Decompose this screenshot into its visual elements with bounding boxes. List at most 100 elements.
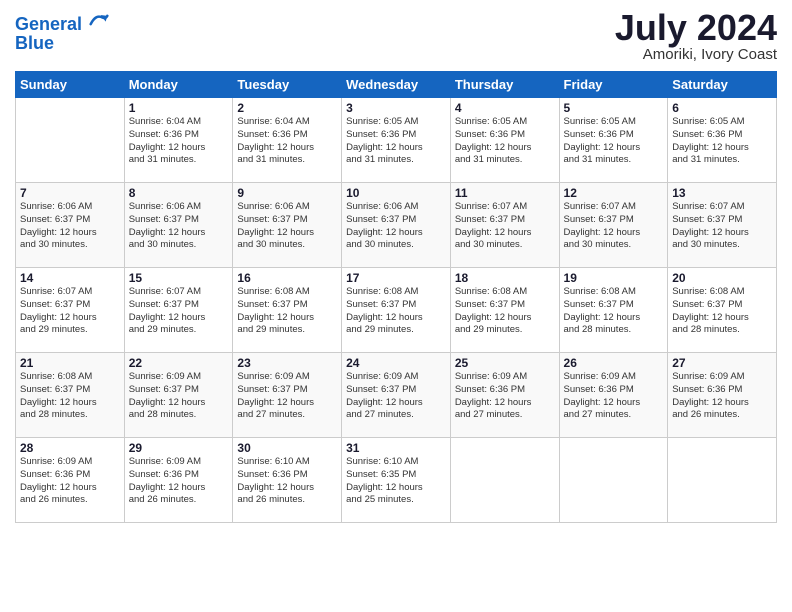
calendar-cell: 1Sunrise: 6:04 AMSunset: 6:36 PMDaylight… xyxy=(124,98,233,183)
day-info-line: Daylight: 12 hours xyxy=(20,482,120,495)
calendar-cell: 17Sunrise: 6:08 AMSunset: 6:37 PMDayligh… xyxy=(342,268,451,353)
day-info-line: and 28 minutes. xyxy=(20,409,120,422)
day-info-line: Sunset: 6:37 PM xyxy=(237,299,337,312)
day-info-line: Daylight: 12 hours xyxy=(564,397,664,410)
calendar-cell: 6Sunrise: 6:05 AMSunset: 6:36 PMDaylight… xyxy=(668,98,777,183)
month-year: July 2024 xyxy=(615,10,777,46)
day-info-line: and 29 minutes. xyxy=(455,324,555,337)
day-number: 8 xyxy=(129,186,229,200)
calendar-cell xyxy=(16,98,125,183)
day-info-line: and 31 minutes. xyxy=(564,154,664,167)
day-info: Sunrise: 6:09 AMSunset: 6:36 PMDaylight:… xyxy=(672,371,772,422)
weekday-header-row: SundayMondayTuesdayWednesdayThursdayFrid… xyxy=(16,72,777,98)
calendar-cell: 5Sunrise: 6:05 AMSunset: 6:36 PMDaylight… xyxy=(559,98,668,183)
day-info-line: and 30 minutes. xyxy=(672,239,772,252)
calendar-cell: 8Sunrise: 6:06 AMSunset: 6:37 PMDaylight… xyxy=(124,183,233,268)
day-info: Sunrise: 6:09 AMSunset: 6:37 PMDaylight:… xyxy=(346,371,446,422)
day-info-line: and 30 minutes. xyxy=(564,239,664,252)
day-info-line: Daylight: 12 hours xyxy=(672,227,772,240)
day-info-line: Sunset: 6:36 PM xyxy=(129,129,229,142)
day-info-line: Sunrise: 6:09 AM xyxy=(237,371,337,384)
day-info-line: Daylight: 12 hours xyxy=(455,397,555,410)
day-info-line: and 27 minutes. xyxy=(564,409,664,422)
day-info-line: Sunset: 6:37 PM xyxy=(237,384,337,397)
day-info: Sunrise: 6:07 AMSunset: 6:37 PMDaylight:… xyxy=(129,286,229,337)
day-number: 10 xyxy=(346,186,446,200)
day-number: 26 xyxy=(564,356,664,370)
day-info-line: Sunset: 6:36 PM xyxy=(237,469,337,482)
day-info: Sunrise: 6:06 AMSunset: 6:37 PMDaylight:… xyxy=(20,201,120,252)
day-info-line: Sunrise: 6:07 AM xyxy=(129,286,229,299)
day-info: Sunrise: 6:09 AMSunset: 6:37 PMDaylight:… xyxy=(129,371,229,422)
day-info-line: and 27 minutes. xyxy=(455,409,555,422)
calendar-cell: 18Sunrise: 6:08 AMSunset: 6:37 PMDayligh… xyxy=(450,268,559,353)
day-info-line: Daylight: 12 hours xyxy=(564,312,664,325)
day-info-line: Sunrise: 6:10 AM xyxy=(346,456,446,469)
day-info-line: and 30 minutes. xyxy=(237,239,337,252)
day-info-line: and 28 minutes. xyxy=(129,409,229,422)
calendar-cell xyxy=(450,438,559,523)
day-info: Sunrise: 6:07 AMSunset: 6:37 PMDaylight:… xyxy=(672,201,772,252)
day-info-line: and 30 minutes. xyxy=(129,239,229,252)
calendar-cell: 31Sunrise: 6:10 AMSunset: 6:35 PMDayligh… xyxy=(342,438,451,523)
week-row-3: 14Sunrise: 6:07 AMSunset: 6:37 PMDayligh… xyxy=(16,268,777,353)
day-info-line: Sunset: 6:36 PM xyxy=(455,384,555,397)
day-info-line: Sunrise: 6:08 AM xyxy=(672,286,772,299)
calendar-cell: 10Sunrise: 6:06 AMSunset: 6:37 PMDayligh… xyxy=(342,183,451,268)
day-info-line: Sunrise: 6:06 AM xyxy=(129,201,229,214)
day-info: Sunrise: 6:09 AMSunset: 6:36 PMDaylight:… xyxy=(455,371,555,422)
day-info-line: Daylight: 12 hours xyxy=(346,227,446,240)
day-info-line: Daylight: 12 hours xyxy=(346,397,446,410)
day-info-line: Daylight: 12 hours xyxy=(672,142,772,155)
day-info-line: Daylight: 12 hours xyxy=(20,397,120,410)
logo-text: General xyxy=(15,10,109,35)
day-info: Sunrise: 6:05 AMSunset: 6:36 PMDaylight:… xyxy=(672,116,772,167)
calendar-cell: 13Sunrise: 6:07 AMSunset: 6:37 PMDayligh… xyxy=(668,183,777,268)
day-info-line: Daylight: 12 hours xyxy=(237,312,337,325)
header: General Blue July 2024 Amoriki, Ivory Co… xyxy=(15,10,777,63)
day-info-line: Daylight: 12 hours xyxy=(237,142,337,155)
weekday-header-sunday: Sunday xyxy=(16,72,125,98)
day-info-line: Daylight: 12 hours xyxy=(564,142,664,155)
day-info-line: Sunset: 6:37 PM xyxy=(20,384,120,397)
day-number: 15 xyxy=(129,271,229,285)
calendar-cell: 27Sunrise: 6:09 AMSunset: 6:36 PMDayligh… xyxy=(668,353,777,438)
calendar-cell: 12Sunrise: 6:07 AMSunset: 6:37 PMDayligh… xyxy=(559,183,668,268)
calendar-cell: 7Sunrise: 6:06 AMSunset: 6:37 PMDaylight… xyxy=(16,183,125,268)
weekday-header-thursday: Thursday xyxy=(450,72,559,98)
day-info-line: Daylight: 12 hours xyxy=(455,227,555,240)
day-info-line: Daylight: 12 hours xyxy=(346,482,446,495)
day-number: 24 xyxy=(346,356,446,370)
calendar-cell: 29Sunrise: 6:09 AMSunset: 6:36 PMDayligh… xyxy=(124,438,233,523)
week-row-1: 1Sunrise: 6:04 AMSunset: 6:36 PMDaylight… xyxy=(16,98,777,183)
day-info-line: Daylight: 12 hours xyxy=(346,312,446,325)
day-number: 19 xyxy=(564,271,664,285)
day-info-line: Sunset: 6:37 PM xyxy=(20,299,120,312)
calendar-cell: 9Sunrise: 6:06 AMSunset: 6:37 PMDaylight… xyxy=(233,183,342,268)
day-info-line: Sunset: 6:37 PM xyxy=(564,299,664,312)
day-info-line: Sunrise: 6:09 AM xyxy=(346,371,446,384)
day-info-line: and 30 minutes. xyxy=(455,239,555,252)
calendar-table: SundayMondayTuesdayWednesdayThursdayFrid… xyxy=(15,71,777,523)
calendar-cell: 14Sunrise: 6:07 AMSunset: 6:37 PMDayligh… xyxy=(16,268,125,353)
day-info: Sunrise: 6:08 AMSunset: 6:37 PMDaylight:… xyxy=(237,286,337,337)
day-info-line: and 26 minutes. xyxy=(20,494,120,507)
day-info-line: and 27 minutes. xyxy=(237,409,337,422)
weekday-header-tuesday: Tuesday xyxy=(233,72,342,98)
day-info-line: Daylight: 12 hours xyxy=(129,312,229,325)
day-info: Sunrise: 6:10 AMSunset: 6:36 PMDaylight:… xyxy=(237,456,337,507)
day-info-line: and 29 minutes. xyxy=(346,324,446,337)
day-number: 28 xyxy=(20,441,120,455)
calendar-cell: 30Sunrise: 6:10 AMSunset: 6:36 PMDayligh… xyxy=(233,438,342,523)
day-number: 30 xyxy=(237,441,337,455)
weekday-header-monday: Monday xyxy=(124,72,233,98)
day-info-line: and 26 minutes. xyxy=(129,494,229,507)
calendar-cell: 2Sunrise: 6:04 AMSunset: 6:36 PMDaylight… xyxy=(233,98,342,183)
day-info: Sunrise: 6:07 AMSunset: 6:37 PMDaylight:… xyxy=(20,286,120,337)
day-info-line: Daylight: 12 hours xyxy=(20,227,120,240)
day-info-line: Sunrise: 6:05 AM xyxy=(564,116,664,129)
logo: General Blue xyxy=(15,10,109,54)
day-number: 27 xyxy=(672,356,772,370)
calendar-cell: 16Sunrise: 6:08 AMSunset: 6:37 PMDayligh… xyxy=(233,268,342,353)
day-info-line: Sunset: 6:37 PM xyxy=(455,214,555,227)
